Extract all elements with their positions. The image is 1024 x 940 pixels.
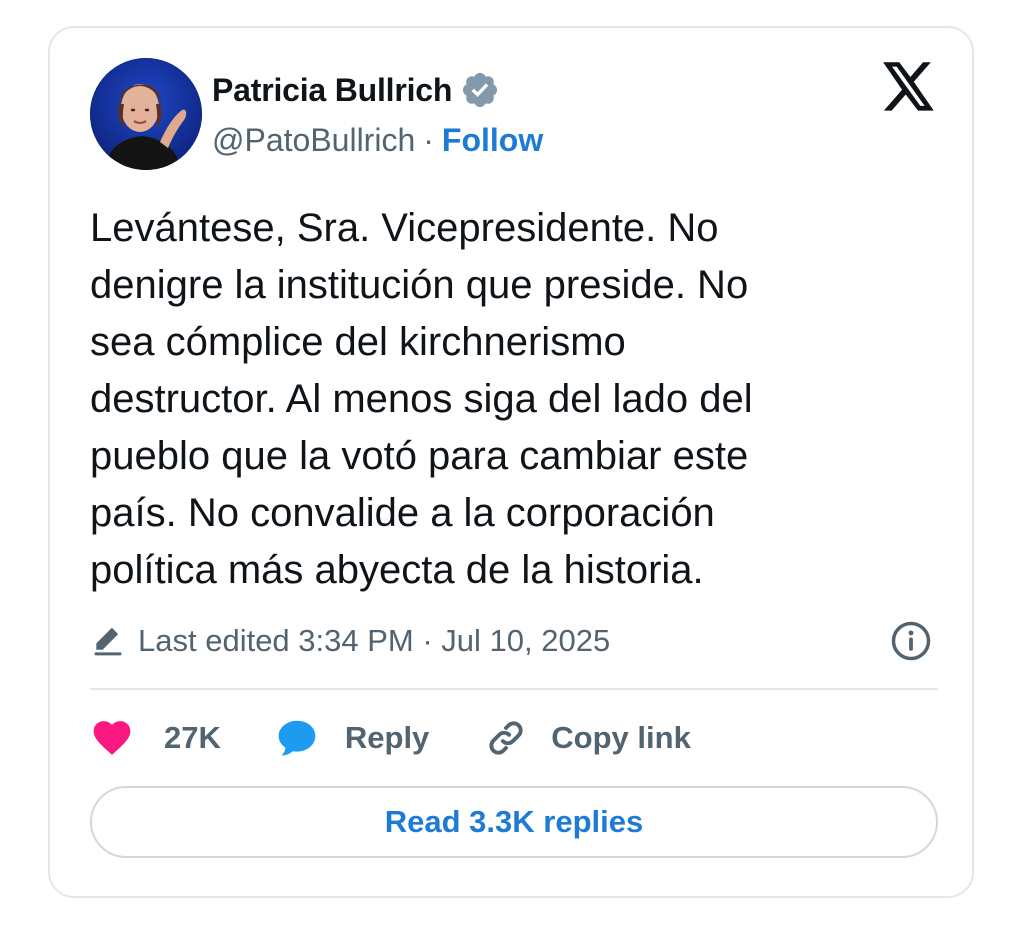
author-display-name[interactable]: Patricia Bullrich	[212, 72, 452, 109]
author-name-row: Patricia Bullrich	[212, 68, 500, 112]
tweet-card: Patricia Bullrich @PatoBullrich · Follow…	[48, 26, 974, 898]
link-icon	[489, 721, 523, 755]
info-icon[interactable]	[890, 620, 932, 662]
tweet-text: Levántese, Sra. Vicepresidente. No denig…	[90, 206, 753, 592]
separator-dot: ·	[423, 121, 434, 158]
like-button[interactable]: 27K	[90, 716, 221, 760]
follow-button[interactable]: Follow	[442, 122, 543, 159]
reply-label: Reply	[344, 720, 430, 755]
avatar-photo	[90, 58, 202, 170]
avatar[interactable]	[90, 58, 202, 170]
last-edited-timestamp[interactable]: Last edited 3:34 PM · Jul 10, 2025	[138, 623, 610, 659]
divider	[90, 688, 938, 690]
copy-link-button[interactable]: Copy link	[485, 717, 691, 759]
heart-icon	[93, 721, 131, 755]
author-handle-row: @PatoBullrich · Follow	[212, 118, 543, 162]
like-count: 27K	[164, 720, 221, 755]
copy-link-label: Copy link	[551, 720, 691, 755]
verified-badge-icon	[463, 72, 498, 108]
reply-button[interactable]: Reply	[275, 716, 429, 760]
author-handle[interactable]: @PatoBullrich	[212, 122, 415, 159]
tweet-actions: 27K Reply Copy link	[90, 712, 691, 764]
speech-bubble-icon	[278, 720, 316, 756]
pencil-icon	[94, 627, 122, 656]
read-replies-button[interactable]: Read 3.3K replies	[90, 786, 938, 858]
x-logo-icon[interactable]	[882, 62, 936, 112]
tweet-meta: Last edited 3:34 PM · Jul 10, 2025	[90, 616, 932, 666]
